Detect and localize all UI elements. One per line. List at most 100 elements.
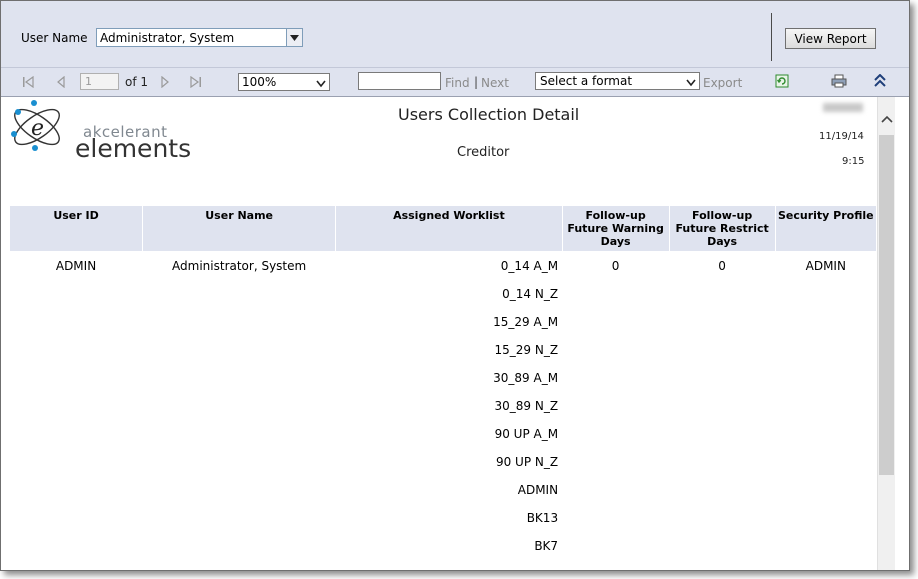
cell-user-id [10, 336, 143, 364]
scrollbar-thumb[interactable] [879, 135, 894, 475]
scroll-up-icon[interactable] [878, 111, 895, 127]
cell-assigned-worklist: 90 UP N_Z [495, 455, 559, 469]
cell-followup-restrict [669, 476, 775, 504]
cell-user-id [10, 448, 143, 476]
users-table: User ID User Name Assigned Worklist Foll… [8, 205, 877, 561]
cell-security-profile [775, 364, 876, 392]
cell-followup-restrict [669, 280, 775, 308]
cell-assigned-worklist: 30_89 N_Z [494, 399, 559, 413]
table-header-row: User ID User Name Assigned Worklist Foll… [8, 205, 877, 252]
cell-followup-warning [562, 448, 669, 476]
logo-word-elements: elements [75, 134, 192, 163]
export-format-select[interactable]: Select a format [535, 72, 700, 90]
table-row: 30_89 A_M [10, 364, 877, 392]
cell-security-profile [775, 532, 876, 560]
cell-user-name: Administrator, System [172, 259, 307, 273]
export-link[interactable]: Export [703, 76, 742, 90]
cell-user-name [143, 504, 336, 532]
next-link[interactable]: Next [481, 76, 509, 90]
cell-followup-restrict [669, 364, 775, 392]
cell-user-id [10, 504, 143, 532]
cell-security-profile [775, 448, 876, 476]
cell-followup-warning: 0 [611, 259, 620, 273]
report-subtitle: Creditor [457, 145, 510, 160]
redacted-text [823, 103, 863, 112]
cell-user-id [10, 392, 143, 420]
print-icon[interactable] [831, 74, 847, 88]
cell-security-profile: ADMIN [805, 259, 846, 273]
cell-user-name [143, 476, 336, 504]
akcelerant-elements-logo: e akcelerant elements [7, 97, 191, 163]
cell-user-id [10, 280, 143, 308]
report-date: 11/19/14 [819, 131, 864, 142]
column-header-followup-warning[interactable]: Follow-up Future Warning Days [561, 205, 670, 252]
table-row: 30_89 N_Z [10, 392, 877, 420]
table-row: 90 UP A_M [10, 420, 877, 448]
report-body: e akcelerant elements Users Collection D… [1, 97, 877, 570]
cell-user-name [143, 392, 336, 420]
cell-user-id [10, 420, 143, 448]
table-row: BK7 [10, 532, 877, 560]
page-number-input[interactable]: 1 [80, 73, 119, 90]
view-report-button[interactable]: View Report [785, 28, 876, 49]
cell-assigned-worklist: 0_14 N_Z [502, 287, 559, 301]
cell-followup-restrict: 0 [718, 259, 726, 273]
cell-user-name [143, 336, 336, 364]
vertical-scrollbar[interactable] [877, 97, 895, 570]
find-link[interactable]: Find [445, 76, 470, 90]
cell-assigned-worklist: 30_89 A_M [493, 371, 559, 385]
chevron-down-icon[interactable] [686, 76, 696, 90]
column-header-followup-restrict[interactable]: Follow-up Future Restrict Days [668, 205, 776, 252]
table-row: ADMIN [10, 476, 877, 504]
user-name-label: User Name [21, 31, 88, 45]
zoom-select[interactable]: 100% [238, 73, 330, 91]
cell-followup-warning [562, 504, 669, 532]
previous-page-icon[interactable] [54, 75, 68, 89]
table-row: 15_29 N_Z [10, 336, 877, 364]
cell-security-profile [775, 504, 876, 532]
first-page-icon[interactable] [21, 75, 35, 89]
chevron-down-icon[interactable] [316, 77, 326, 91]
cell-user-id: ADMIN [55, 259, 97, 273]
cell-followup-restrict [669, 336, 775, 364]
last-page-icon[interactable] [189, 75, 203, 89]
cell-followup-restrict [669, 420, 775, 448]
cell-user-id [10, 308, 143, 336]
next-page-icon[interactable] [158, 75, 172, 89]
chevron-down-icon[interactable] [286, 29, 302, 46]
cell-followup-restrict [669, 532, 775, 560]
cell-security-profile [775, 392, 876, 420]
cell-security-profile [775, 420, 876, 448]
cell-assigned-worklist: 0_14 A_M [500, 259, 559, 273]
column-header-user-name[interactable]: User Name [142, 205, 337, 252]
cell-assigned-worklist: 15_29 N_Z [494, 343, 559, 357]
user-name-select[interactable]: Administrator, System [96, 28, 303, 47]
cell-security-profile [775, 308, 876, 336]
cell-followup-warning [562, 364, 669, 392]
report-toolbar: 1 of 1 100% Find | Next Select a format … [1, 68, 909, 97]
zoom-value: 100% [242, 75, 277, 89]
cell-followup-restrict [669, 448, 775, 476]
refresh-icon[interactable] [775, 74, 789, 88]
svg-text:e: e [31, 116, 44, 141]
table-row: 15_29 A_M [10, 308, 877, 336]
cell-followup-restrict [669, 392, 775, 420]
column-header-user-id[interactable]: User ID [8, 205, 144, 252]
cell-followup-restrict [669, 308, 775, 336]
page-count-label: of 1 [125, 75, 149, 89]
table-body: ADMIN Administrator, System 0_14 A_M 0 0 ADMI… [10, 252, 877, 561]
cell-assigned-worklist: BK13 [526, 511, 559, 525]
parameter-bar: User Name Administrator, System View Rep… [1, 1, 909, 68]
column-header-assigned-worklist[interactable]: Assigned Worklist [335, 205, 563, 252]
report-viewer-window: User Name Administrator, System View Rep… [0, 0, 910, 571]
cell-user-name [143, 532, 336, 560]
column-header-security-profile[interactable]: Security Profile [774, 205, 877, 252]
report-time: 9:15 [842, 156, 865, 167]
cell-assigned-worklist: BK7 [534, 539, 559, 553]
collapse-icon[interactable] [873, 74, 887, 88]
table-row: ADMIN Administrator, System 0_14 A_M 0 0 ADMI… [10, 252, 877, 281]
cell-followup-restrict [669, 504, 775, 532]
find-text-input[interactable] [358, 72, 441, 90]
user-name-select-value: Administrator, System [100, 31, 235, 45]
cell-security-profile [775, 280, 876, 308]
